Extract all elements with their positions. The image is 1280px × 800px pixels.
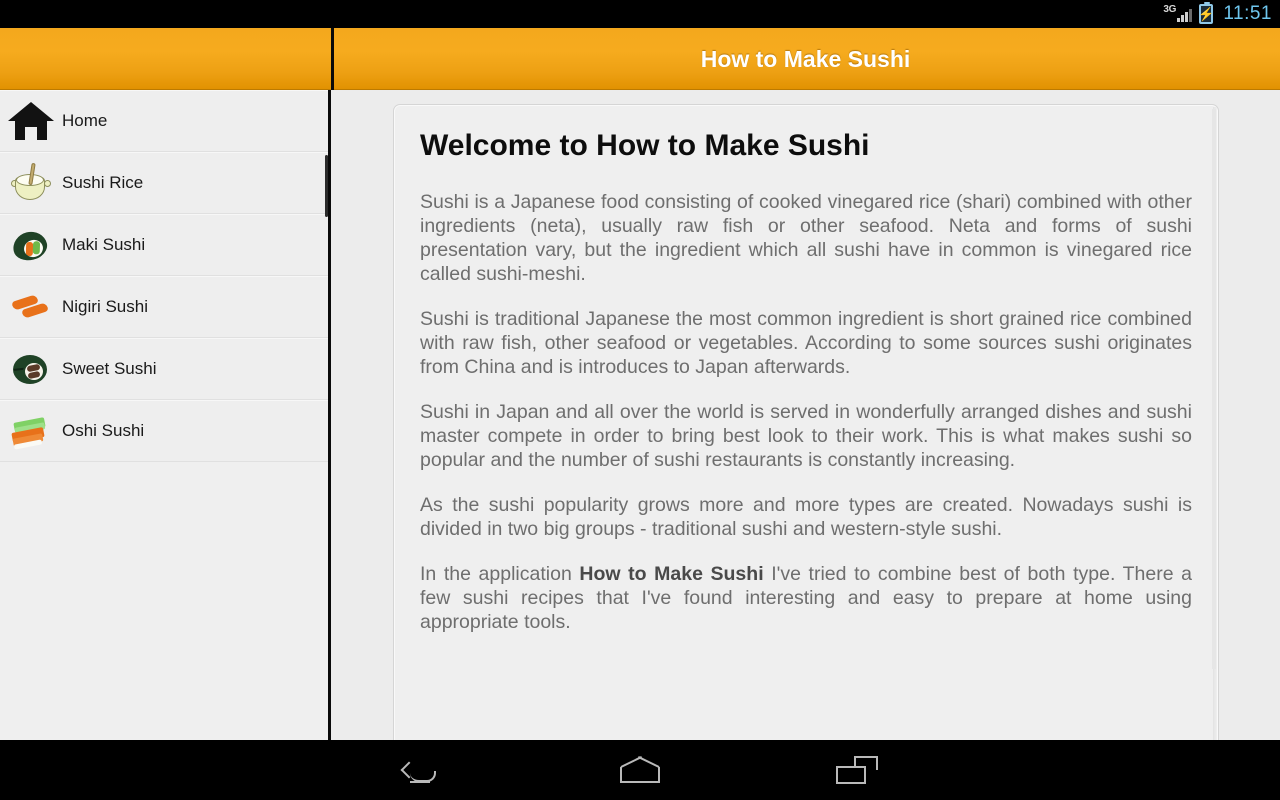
sidebar-item-label: Maki Sushi bbox=[62, 234, 146, 254]
home-pentagon-icon bbox=[619, 757, 661, 783]
sidebar-item-sushi-rice[interactable]: Sushi Rice bbox=[0, 152, 328, 214]
main-panel: Welcome to How to Make Sushi Sushi is a … bbox=[334, 90, 1280, 749]
rice-bowl-icon bbox=[0, 159, 62, 207]
paragraph-2: Sushi is traditional Japanese the most c… bbox=[420, 307, 1192, 378]
sidebar-item-label: Sushi Rice bbox=[62, 172, 144, 192]
recent-apps-icon bbox=[836, 756, 878, 784]
sidebar-item-oshi-sushi[interactable]: Oshi Sushi bbox=[0, 400, 328, 462]
paragraph-4: As the sushi popularity grows more and m… bbox=[420, 493, 1192, 540]
nigiri-salmon-icon bbox=[0, 283, 62, 331]
action-bar-divider bbox=[331, 28, 334, 90]
status-bar: 3G ⚡ 11:51 bbox=[0, 0, 1280, 28]
signal-strength-bars bbox=[1177, 8, 1193, 22]
page-title: Welcome to How to Make Sushi bbox=[420, 129, 870, 162]
device-screen: 3G ⚡ 11:51 How to Make Sushi Home Sushi … bbox=[0, 0, 1280, 800]
oshi-layers-icon bbox=[0, 407, 62, 455]
status-icons: 3G ⚡ 11:51 bbox=[1163, 2, 1272, 25]
sidebar-item-label: Sweet Sushi bbox=[62, 358, 157, 378]
sidebar-item-label: Home bbox=[62, 110, 108, 130]
article-scrollbar-track[interactable] bbox=[1212, 107, 1217, 748]
paragraph-5-before: In the application bbox=[420, 562, 580, 585]
navigation-drawer: Home Sushi Rice Maki Sushi Nigiri Sushi … bbox=[0, 90, 331, 740]
sidebar-item-maki-sushi[interactable]: Maki Sushi bbox=[0, 214, 328, 276]
sidebar-item-nigiri-sushi[interactable]: Nigiri Sushi bbox=[0, 276, 328, 338]
sidebar-item-label: Oshi Sushi bbox=[62, 420, 145, 440]
signal-bars-icon: 3G bbox=[1163, 4, 1193, 24]
paragraph-3: Sushi in Japan and all over the world is… bbox=[420, 400, 1192, 471]
article-body: Welcome to How to Make Sushi Sushi is a … bbox=[394, 105, 1218, 634]
back-arrow-icon bbox=[400, 757, 443, 783]
network-type-label: 3G bbox=[1163, 4, 1177, 15]
content-area: Home Sushi Rice Maki Sushi Nigiri Sushi … bbox=[0, 90, 1280, 749]
paragraph-1: Sushi is a Japanese food consisting of c… bbox=[420, 190, 1192, 285]
home-button[interactable] bbox=[580, 740, 700, 800]
drawer-item-list[interactable]: Home Sushi Rice Maki Sushi Nigiri Sushi … bbox=[0, 90, 328, 462]
sidebar-item-home[interactable]: Home bbox=[0, 90, 328, 152]
charging-bolt-glyph: ⚡ bbox=[1198, 6, 1215, 22]
battery-charging-icon: ⚡ bbox=[1198, 2, 1215, 24]
drawer-scrollbar-thumb[interactable] bbox=[325, 155, 328, 217]
home-icon bbox=[0, 97, 62, 145]
article-card: Welcome to How to Make Sushi Sushi is a … bbox=[393, 104, 1219, 749]
app-name-emphasis: How to Make Sushi bbox=[579, 562, 764, 585]
sweet-roll-icon bbox=[0, 345, 62, 393]
sidebar-item-label: Nigiri Sushi bbox=[62, 296, 148, 316]
system-navigation-bar bbox=[0, 740, 1280, 800]
sidebar-item-sweet-sushi[interactable]: Sweet Sushi bbox=[0, 338, 328, 400]
recent-apps-button[interactable] bbox=[797, 740, 917, 800]
paragraph-5: In the application How to Make Sushi I'v… bbox=[420, 562, 1192, 634]
article-scrollbar-thumb[interactable] bbox=[1212, 109, 1216, 669]
status-clock: 11:51 bbox=[1223, 3, 1272, 24]
app-title: How to Make Sushi bbox=[700, 45, 911, 72]
drawer-scrollbar-track[interactable] bbox=[325, 90, 328, 740]
back-button[interactable] bbox=[363, 740, 483, 800]
maki-roll-icon bbox=[0, 221, 62, 269]
